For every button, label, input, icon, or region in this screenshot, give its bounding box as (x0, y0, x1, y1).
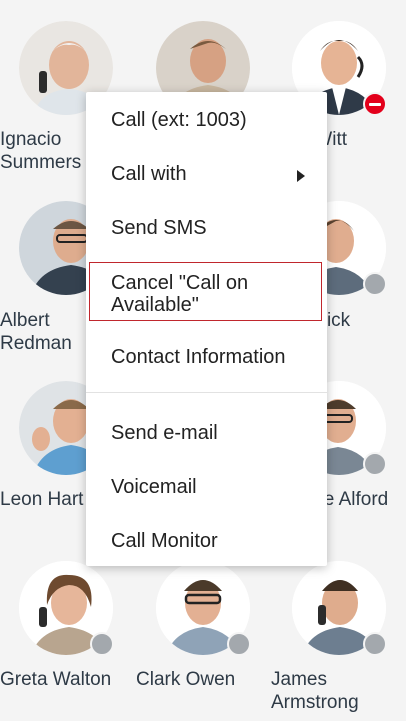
offline-status-icon (363, 632, 387, 656)
menu-item-call-with-label: Call with (111, 163, 187, 185)
menu-separator (86, 392, 327, 393)
menu-item-call-monitor[interactable]: Call Monitor (86, 530, 327, 552)
menu-item-call[interactable]: Call (ext: 1003) (86, 109, 327, 131)
menu-item-call-with[interactable]: Call with (86, 163, 327, 185)
offline-status-icon (227, 632, 251, 656)
menu-item-voicemail[interactable]: Voicemail (86, 476, 327, 498)
offline-status-icon (363, 452, 387, 476)
contact-name: Greta Walton (0, 669, 112, 690)
contact-name: Clark Owen (136, 669, 236, 690)
offline-status-icon (90, 632, 114, 656)
menu-item-contact-information[interactable]: Contact Information (86, 346, 327, 368)
offline-status-icon (363, 272, 387, 296)
submenu-arrow-icon (297, 170, 305, 182)
contact-context-menu: Call (ext: 1003) Call with Send SMS Canc… (86, 92, 327, 566)
menu-item-send-sms[interactable]: Send SMS (86, 217, 327, 239)
contact-name: James Armstrong (271, 669, 359, 713)
menu-item-send-email[interactable]: Send e-mail (86, 422, 327, 444)
menu-item-cancel-call-on-available[interactable]: Cancel "Call on Available" (89, 262, 322, 321)
busy-status-icon (363, 92, 387, 116)
